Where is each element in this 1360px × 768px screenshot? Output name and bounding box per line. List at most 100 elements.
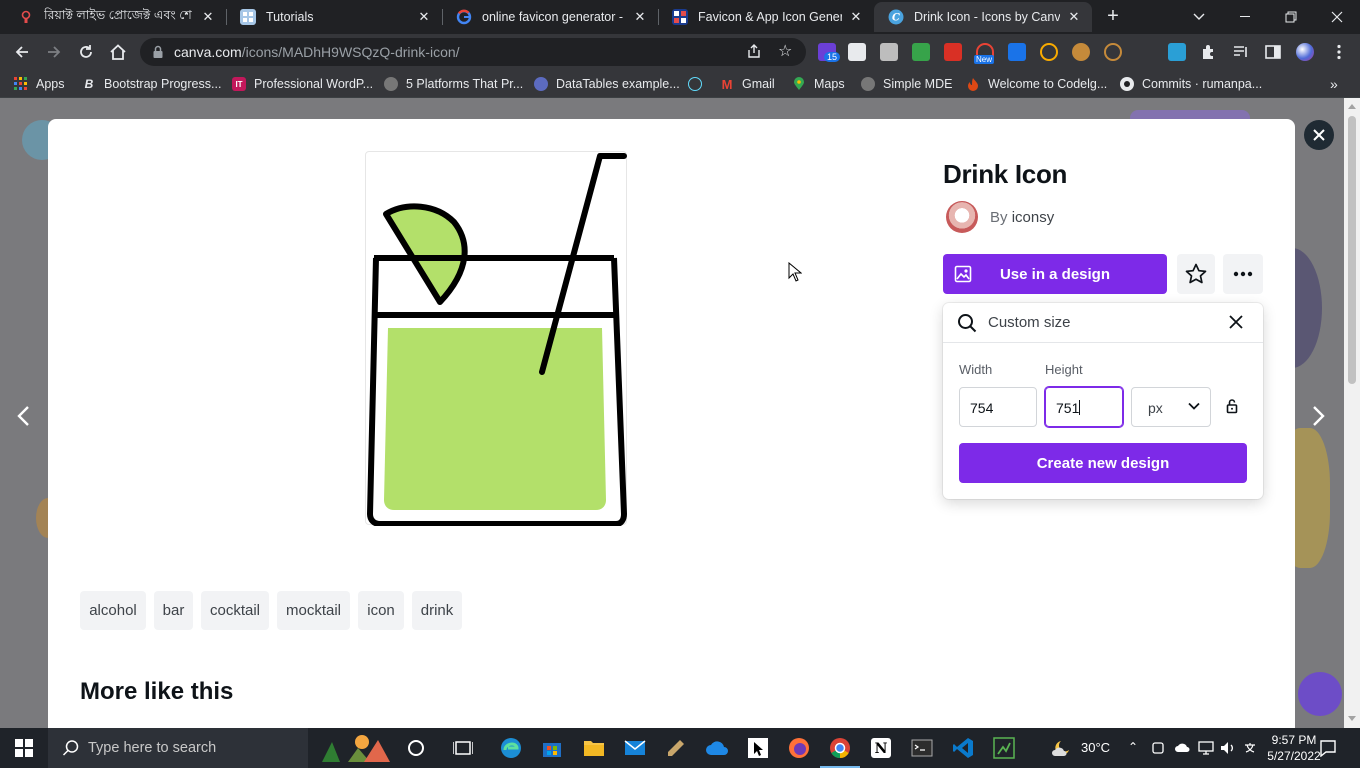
chrome-app[interactable] bbox=[820, 736, 860, 768]
pdf-extension-icon[interactable] bbox=[944, 43, 962, 61]
reading-list-icon[interactable] bbox=[1232, 43, 1250, 61]
use-in-design-button[interactable]: Use in a design bbox=[943, 254, 1167, 294]
tab-favicon-generator[interactable]: Favicon & App Icon Generat ✕ bbox=[658, 2, 874, 32]
tab-search-button[interactable] bbox=[1176, 0, 1222, 34]
extension-icon[interactable] bbox=[880, 43, 898, 61]
s-extension-icon[interactable] bbox=[1168, 43, 1186, 61]
tag-drink[interactable]: drink bbox=[412, 591, 462, 630]
close-tab-icon[interactable]: ✕ bbox=[416, 9, 432, 25]
author-row[interactable]: By iconsy bbox=[946, 201, 1054, 233]
cortana-button[interactable] bbox=[404, 736, 428, 760]
taskbar-search-box[interactable]: Type here to search bbox=[48, 728, 390, 768]
width-input[interactable]: 754 bbox=[959, 387, 1037, 427]
notifications-button[interactable] bbox=[1316, 736, 1340, 760]
bookmark-wordpress[interactable]: IT Professional WordP... bbox=[232, 76, 373, 92]
forward-button[interactable] bbox=[42, 40, 66, 64]
rainbow-extension-icon[interactable]: New bbox=[974, 43, 995, 64]
store-app[interactable] bbox=[540, 736, 564, 760]
onedrive-app[interactable] bbox=[705, 736, 729, 760]
notion-app[interactable]: N bbox=[869, 736, 893, 760]
print-extension-icon[interactable] bbox=[912, 43, 930, 61]
bookmark-gmail[interactable]: M Gmail bbox=[720, 76, 775, 92]
side-panel-icon[interactable] bbox=[1264, 43, 1282, 61]
tag-icon[interactable]: icon bbox=[358, 591, 404, 630]
close-tab-icon[interactable]: ✕ bbox=[632, 9, 648, 25]
firefox-app[interactable] bbox=[787, 736, 811, 760]
page-scrollbar[interactable] bbox=[1344, 98, 1360, 728]
tag-cocktail[interactable]: cocktail bbox=[201, 591, 269, 630]
bookmarks-overflow-chevron-icon[interactable]: » bbox=[1330, 76, 1338, 92]
f-extension-icon[interactable] bbox=[1008, 43, 1026, 61]
menu-dots-icon[interactable] bbox=[1330, 43, 1348, 61]
author-avatar[interactable] bbox=[946, 201, 978, 233]
more-options-button[interactable] bbox=[1223, 254, 1263, 294]
bookmark-datatables[interactable]: DataTables example... bbox=[534, 76, 680, 92]
snipping-app[interactable] bbox=[746, 736, 770, 760]
onedrive-tray-icon[interactable] bbox=[1172, 736, 1192, 760]
new-tab-button[interactable]: + bbox=[1102, 6, 1124, 28]
help-fab-button[interactable] bbox=[1298, 672, 1342, 716]
scroll-down-arrow-icon[interactable] bbox=[1348, 716, 1356, 721]
bookmark-maps[interactable]: Maps bbox=[792, 76, 845, 92]
tag-alcohol[interactable]: alcohol bbox=[80, 591, 146, 630]
home-button[interactable] bbox=[106, 40, 130, 64]
bookmark-star-icon[interactable]: ☆ bbox=[778, 43, 792, 61]
file-explorer-app[interactable] bbox=[582, 736, 606, 760]
reload-button[interactable] bbox=[74, 40, 98, 64]
profile-avatar-icon[interactable] bbox=[1296, 43, 1314, 61]
close-tab-icon[interactable]: ✕ bbox=[1066, 9, 1082, 25]
tag-mocktail[interactable]: mocktail bbox=[277, 591, 350, 630]
pen-app[interactable] bbox=[664, 736, 688, 760]
create-new-design-button[interactable]: Create new design bbox=[959, 443, 1247, 483]
bookmark-5-platforms[interactable]: 5 Platforms That Pr... bbox=[384, 76, 523, 92]
tray-app-icon[interactable] bbox=[1148, 736, 1168, 760]
search-highlight-image[interactable] bbox=[318, 732, 392, 764]
aspect-lock-icon[interactable] bbox=[1226, 398, 1238, 414]
close-tab-icon[interactable]: ✕ bbox=[848, 9, 864, 25]
modal-close-button[interactable] bbox=[1304, 120, 1334, 150]
vscode-app[interactable] bbox=[951, 736, 975, 760]
network-icon[interactable] bbox=[1196, 736, 1216, 760]
close-window-button[interactable] bbox=[1314, 0, 1360, 34]
close-tab-icon[interactable]: ✕ bbox=[200, 9, 216, 25]
bookmark-react[interactable] bbox=[688, 76, 710, 92]
minimize-button[interactable] bbox=[1222, 0, 1268, 34]
start-button[interactable] bbox=[12, 736, 36, 760]
restore-button[interactable] bbox=[1268, 0, 1314, 34]
task-view-button[interactable] bbox=[451, 736, 475, 760]
search-extension-icon[interactable] bbox=[848, 43, 866, 61]
tag-bar[interactable]: bar bbox=[154, 591, 193, 630]
share-icon[interactable] bbox=[746, 43, 762, 59]
tab-favicon-search[interactable]: online favicon generator - G ✕ bbox=[442, 2, 658, 32]
tab-drink-icon[interactable]: C Drink Icon - Icons by Canva ✕ bbox=[874, 2, 1092, 32]
previous-icon-button[interactable] bbox=[11, 403, 35, 429]
bookmark-apps[interactable]: Apps bbox=[14, 76, 65, 92]
bookmark-bootstrap[interactable]: B Bootstrap Progress... bbox=[82, 76, 222, 92]
extensions-puzzle-icon[interactable] bbox=[1200, 43, 1218, 61]
clear-icon[interactable] bbox=[1228, 314, 1244, 330]
next-icon-button[interactable] bbox=[1307, 403, 1331, 429]
back-button[interactable] bbox=[10, 40, 34, 64]
scrollbar-thumb[interactable] bbox=[1348, 116, 1356, 384]
address-bar[interactable]: canva.com/icons/MADhH9WSQzQ-drink-icon/ … bbox=[140, 38, 806, 66]
tray-overflow-chevron-icon[interactable]: ⌃ bbox=[1128, 740, 1138, 754]
scroll-up-arrow-icon[interactable] bbox=[1348, 104, 1356, 109]
terminal-app[interactable] bbox=[910, 736, 934, 760]
git-app[interactable] bbox=[992, 736, 1016, 760]
cookie-icon[interactable] bbox=[1072, 43, 1090, 61]
favorite-button[interactable] bbox=[1177, 254, 1215, 294]
m-extension-icon[interactable] bbox=[1136, 43, 1154, 61]
bookmark-codeigniter[interactable]: Welcome to Codelg... bbox=[966, 76, 1107, 92]
tab-tutorials[interactable]: Tutorials ✕ bbox=[226, 2, 442, 32]
cookie-outline-icon[interactable] bbox=[1104, 43, 1122, 61]
bookmark-simple-mde[interactable]: Simple MDE bbox=[861, 76, 952, 92]
unit-select[interactable]: px bbox=[1131, 387, 1211, 427]
mail-app[interactable] bbox=[623, 736, 647, 760]
size-search-field[interactable]: Custom size bbox=[943, 303, 1263, 343]
volume-icon[interactable] bbox=[1218, 736, 1238, 760]
height-input[interactable]: 751 bbox=[1045, 387, 1123, 427]
bookmark-github-commits[interactable]: Commits · rumanpa... bbox=[1120, 76, 1262, 92]
edge-app[interactable] bbox=[499, 736, 523, 760]
extension-badge-icon[interactable]: 15 bbox=[818, 43, 841, 62]
tab-react-project[interactable]: রিয়াক্ট লাইভ প্রোজেক্ট এবং শে ✕ bbox=[4, 2, 226, 32]
